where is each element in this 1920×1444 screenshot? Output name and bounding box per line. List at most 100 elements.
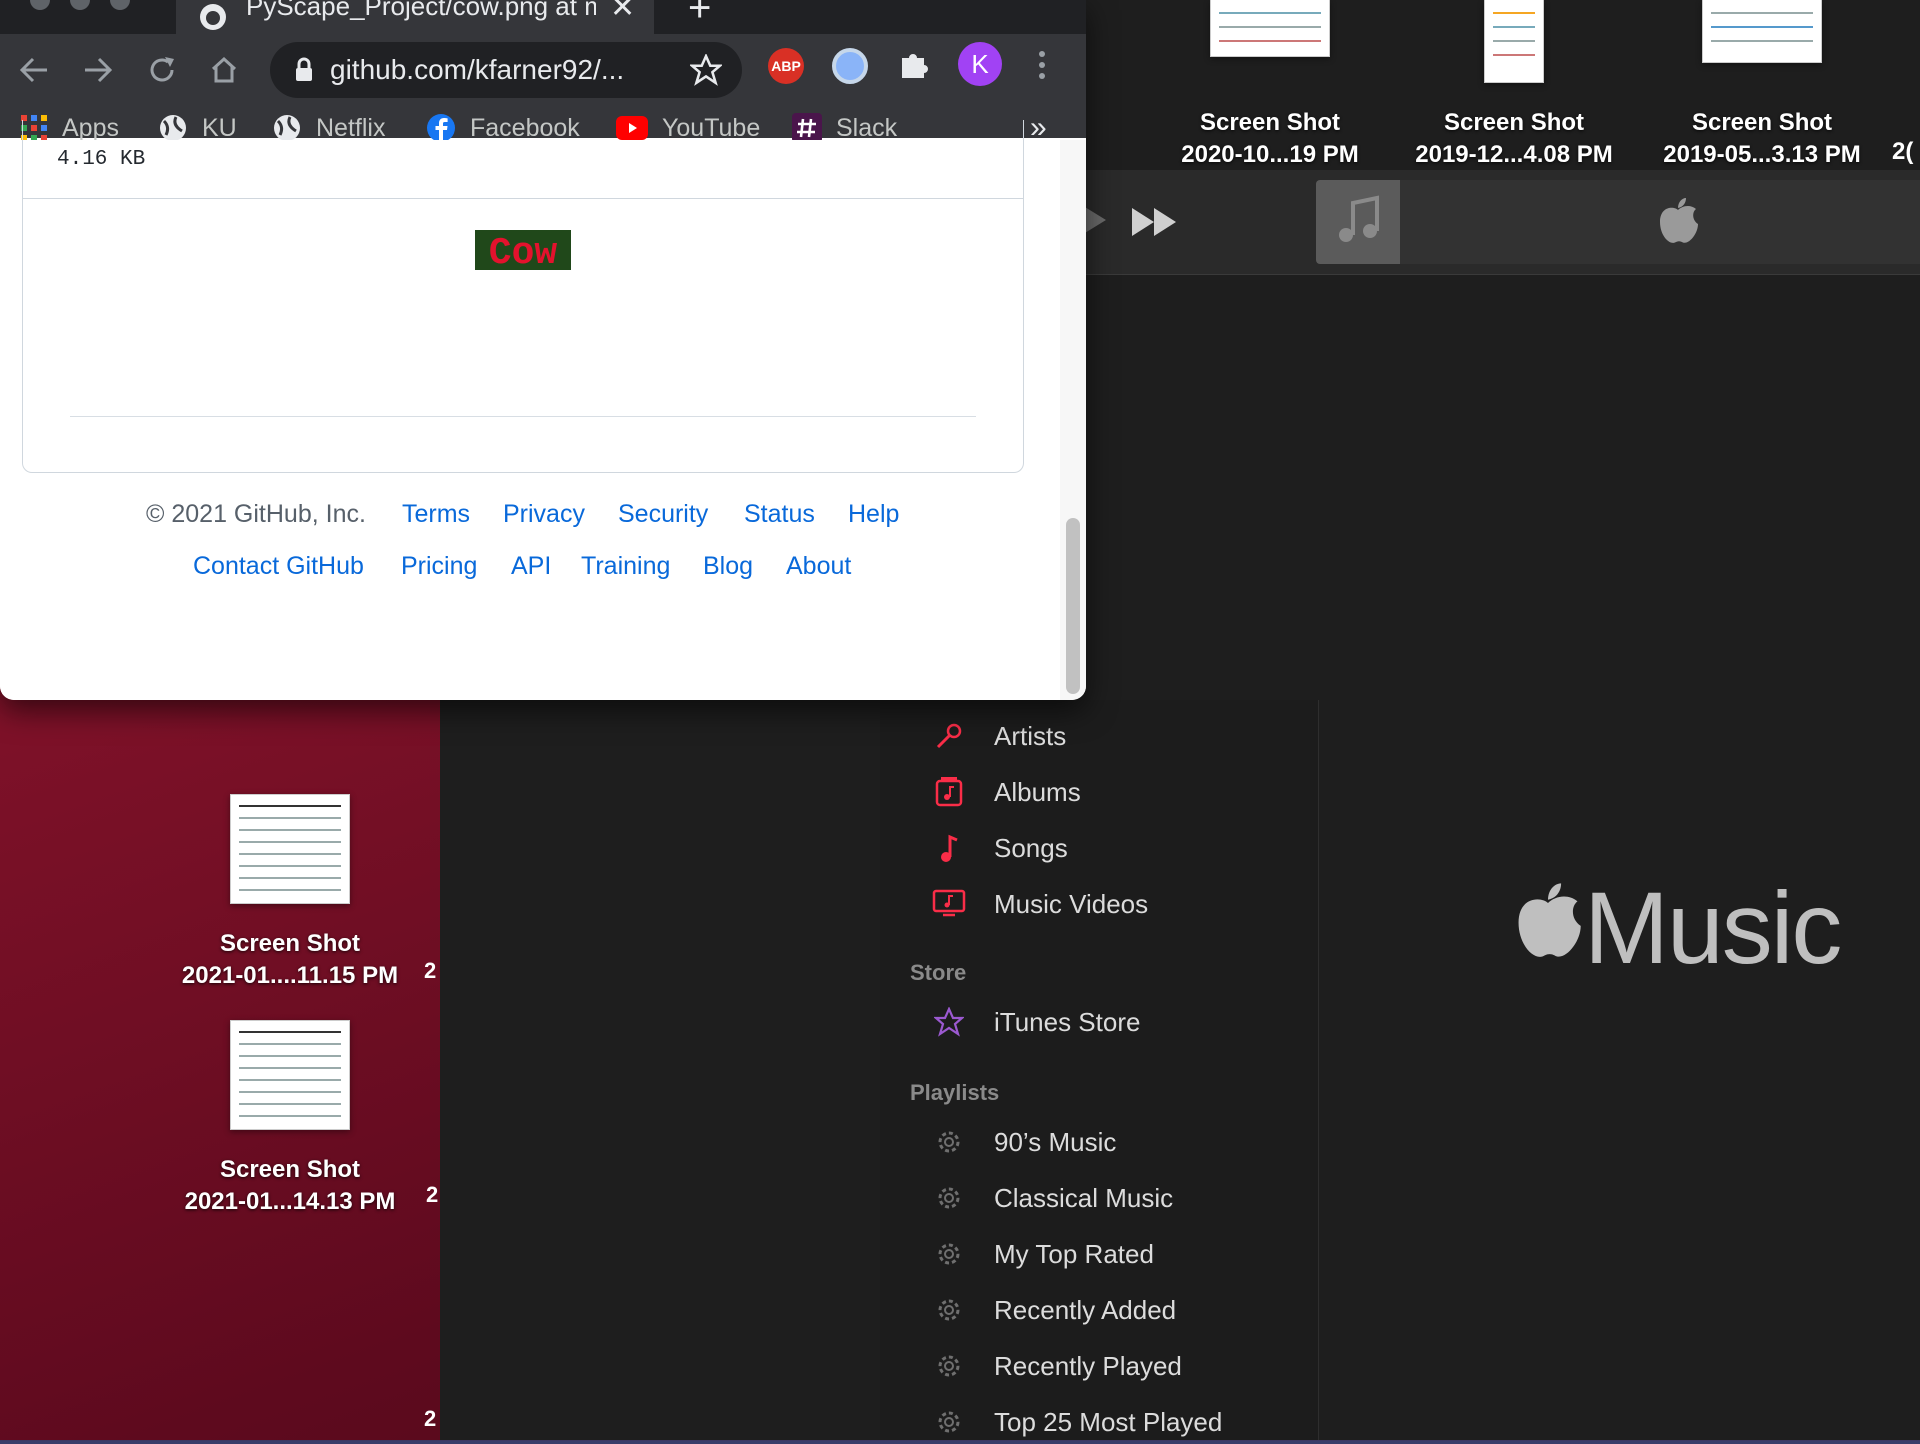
profile-avatar[interactable]: K: [958, 42, 1002, 86]
window-close-icon[interactable]: [30, 0, 50, 10]
reload-icon[interactable]: [142, 50, 182, 90]
sidebar-item-itunes-store[interactable]: iTunes Store: [932, 1000, 1140, 1044]
apple-music-wordmark: Music: [1584, 871, 1842, 985]
cow-image: Cow: [475, 230, 571, 275]
sidebar-item-label: Artists: [994, 720, 1067, 751]
footer-link-about[interactable]: About: [786, 552, 851, 581]
screenshot-thumbnail: [1702, 0, 1822, 63]
desktop-file-label: Screen Shot: [1443, 109, 1585, 136]
screenshot-thumbnail: [1210, 0, 1330, 57]
playlists-section-header: Playlists: [910, 1080, 1000, 1105]
footer-link-terms[interactable]: Terms: [402, 500, 470, 529]
sidebar-item-artists[interactable]: Artists: [932, 714, 1066, 758]
tab-title: PyScape_Project/cow.png at m: [246, 0, 596, 21]
desktop-file-label-partial: 2: [424, 958, 437, 983]
new-tab-icon[interactable]: +: [688, 0, 711, 31]
now-playing-display: [1316, 180, 1920, 264]
url-text: github.com/kfarner92/...: [330, 54, 625, 85]
sidebar-item-label: iTunes Store: [994, 1006, 1141, 1037]
desktop-file-icon[interactable]: Screen Shot 2021-01....11.15 PM: [160, 794, 420, 992]
desktop-file-label: 2019-05...3.13 PM: [1663, 141, 1861, 168]
sidebar-item-songs[interactable]: Songs: [932, 826, 1068, 870]
scrollbar-thumb[interactable]: [1066, 518, 1080, 694]
playlist-label: My Top Rated: [994, 1238, 1154, 1269]
playlist-my-top-rated[interactable]: My Top Rated: [932, 1232, 1154, 1276]
desktop-file-icon[interactable]: Screen Shot 2019-12...4.08 PM: [1384, 0, 1644, 171]
github-page: 4.16 KB Cow © 2021 GitHub, Inc. Terms Pr…: [0, 120, 1060, 700]
smart-playlist-gear-icon: [932, 1405, 966, 1439]
window-zoom-icon[interactable]: [110, 0, 130, 10]
desktop-file-label: Screen Shot: [219, 1156, 361, 1183]
bookmark-star-icon[interactable]: [690, 54, 722, 86]
playlist-recently-added[interactable]: Recently Added: [932, 1288, 1176, 1332]
music-note-icon: [932, 831, 966, 865]
smart-playlist-gear-icon: [932, 1349, 966, 1383]
address-bar[interactable]: github.com/kfarner92/...: [270, 42, 742, 98]
desktop-file-label-partial: 2: [426, 1182, 439, 1207]
back-icon[interactable]: [14, 50, 54, 90]
playlist-label: Recently Added: [994, 1294, 1177, 1325]
desktop-file-icon[interactable]: Screen Shot 2020-10...19 PM: [1140, 0, 1400, 171]
adblock-plus-icon[interactable]: ABP: [768, 48, 804, 84]
footer-link-security[interactable]: Security: [618, 500, 708, 529]
footer-link-training[interactable]: Training: [581, 552, 670, 581]
extension-ring-icon[interactable]: [832, 48, 868, 84]
smart-playlist-gear-icon: [932, 1125, 966, 1159]
lock-icon: [294, 57, 314, 83]
apple-logo-icon: [1656, 196, 1700, 251]
desktop-file-icon[interactable]: Screen Shot 2019-05...3.13 PM: [1632, 0, 1892, 171]
desktop-file-label-partial: 2(: [1892, 138, 1914, 165]
tab-close-icon[interactable]: ✕: [610, 0, 635, 25]
menu-kebab-icon[interactable]: [1036, 48, 1048, 82]
music-sidebar: Artists Albums Songs Music Videos Store: [880, 700, 1319, 1440]
microphone-icon: [932, 719, 966, 753]
cow-image-text: Cow: [489, 232, 558, 270]
forward-icon[interactable]: [78, 50, 118, 90]
smart-playlist-gear-icon: [932, 1237, 966, 1271]
footer-link-pricing[interactable]: Pricing: [401, 552, 477, 581]
playlist-classical-music[interactable]: Classical Music: [932, 1176, 1173, 1220]
tab-active[interactable]: PyScape_Project/cow.png at m ✕: [176, 0, 654, 34]
fast-forward-icon[interactable]: [1130, 206, 1180, 243]
desktop-file-label: Screen Shot: [1691, 109, 1833, 136]
desktop-file-label: 2019-12...4.08 PM: [1415, 141, 1613, 168]
divider: [23, 198, 1023, 199]
browser-window: PyScape_Project/cow.png at m ✕ + github.…: [0, 0, 1086, 700]
playlist-label: 90’s Music: [994, 1126, 1117, 1157]
footer-link-privacy[interactable]: Privacy: [503, 500, 585, 529]
footer-divider: [70, 416, 976, 417]
window-minimize-icon[interactable]: [70, 0, 90, 10]
music-note-icon: [1336, 195, 1380, 250]
footer-link-help[interactable]: Help: [848, 500, 899, 529]
apple-music-logo: Music: [1512, 870, 1842, 987]
desktop-file-label: 2021-01...14.13 PM: [184, 1188, 396, 1215]
sidebar-item-label: Music Videos: [994, 888, 1149, 919]
screenshot-thumbnail: [230, 1020, 350, 1130]
sidebar-item-label: Songs: [994, 832, 1068, 863]
footer-link-status[interactable]: Status: [744, 500, 815, 529]
file-viewer-box: 4.16 KB Cow: [22, 120, 1024, 473]
playlist-90s-music[interactable]: 90’s Music: [932, 1120, 1116, 1164]
sidebar-item-music-videos[interactable]: Music Videos: [932, 882, 1148, 926]
extensions-puzzle-icon[interactable]: [896, 48, 930, 82]
playlist-label: Recently Played: [994, 1350, 1182, 1381]
sidebar-item-albums[interactable]: Albums: [932, 770, 1081, 814]
footer-link-api[interactable]: API: [511, 552, 551, 581]
screenshot-thumbnail: [230, 794, 350, 904]
footer-link-contact-github[interactable]: Contact GitHub: [193, 552, 364, 581]
store-section-header: Store: [910, 960, 967, 985]
artwork-placeholder: [1316, 180, 1400, 264]
playlist-recently-played[interactable]: Recently Played: [932, 1344, 1182, 1388]
desktop-file-label: 2020-10...19 PM: [1181, 141, 1359, 168]
footer-link-blog[interactable]: Blog: [703, 552, 753, 581]
desktop-file-icon[interactable]: Screen Shot 2021-01...14.13 PM: [160, 1020, 420, 1218]
file-size: 4.16 KB: [57, 148, 146, 171]
smart-playlist-gear-icon: [932, 1293, 966, 1327]
playlist-top-25-most-played[interactable]: Top 25 Most Played: [932, 1400, 1222, 1444]
playlist-label: Classical Music: [994, 1182, 1174, 1213]
screenshot-thumbnail: [1484, 0, 1544, 83]
home-icon[interactable]: [204, 50, 244, 90]
smart-playlist-gear-icon: [932, 1181, 966, 1215]
desktop-file-label-partial: 2: [424, 1406, 437, 1431]
footer-copyright: © 2021 GitHub, Inc.: [146, 500, 366, 528]
